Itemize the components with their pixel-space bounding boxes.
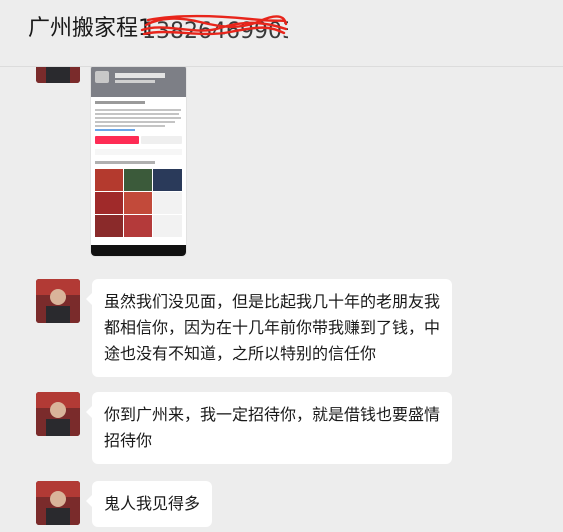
avatar[interactable] bbox=[36, 279, 80, 323]
chat-header: 广州搬家程1 13826469903 bbox=[0, 0, 563, 67]
message-line: 都相信你，因为在十几年前你带我赚到了钱，中 bbox=[104, 318, 441, 337]
message-bubble[interactable]: 虽然我们没见面，但是比起我几十年的老朋友我 都相信你，因为在十几年前你带我赚到了… bbox=[85, 279, 453, 377]
message-line: 虽然我们没见面，但是比起我几十年的老朋友我 bbox=[104, 292, 441, 311]
avatar[interactable] bbox=[36, 481, 80, 525]
message-line: 途也没有不知道，之所以特别的信任你 bbox=[104, 344, 377, 363]
chat-title: 广州搬家程1 bbox=[28, 16, 152, 41]
avatar[interactable] bbox=[36, 392, 80, 436]
message-line: 鬼人我见得多 bbox=[104, 494, 201, 513]
avatar[interactable] bbox=[36, 67, 80, 83]
message-bubble[interactable]: 鬼人我见得多 bbox=[85, 481, 213, 527]
message-line: 招待你 bbox=[104, 431, 153, 450]
phone-redaction-scribble: 13826469903 bbox=[140, 14, 288, 44]
screenshot-thumbnail[interactable] bbox=[91, 67, 186, 256]
message-bubble[interactable]: 你到广州来，我一定招待你，就是借钱也要盛情 招待你 bbox=[85, 392, 453, 464]
chat-area[interactable]: 虽然我们没见面，但是比起我几十年的老朋友我 都相信你，因为在十几年前你带我赚到了… bbox=[0, 67, 563, 532]
message-line: 你到广州来，我一定招待你，就是借钱也要盛情 bbox=[104, 405, 441, 424]
